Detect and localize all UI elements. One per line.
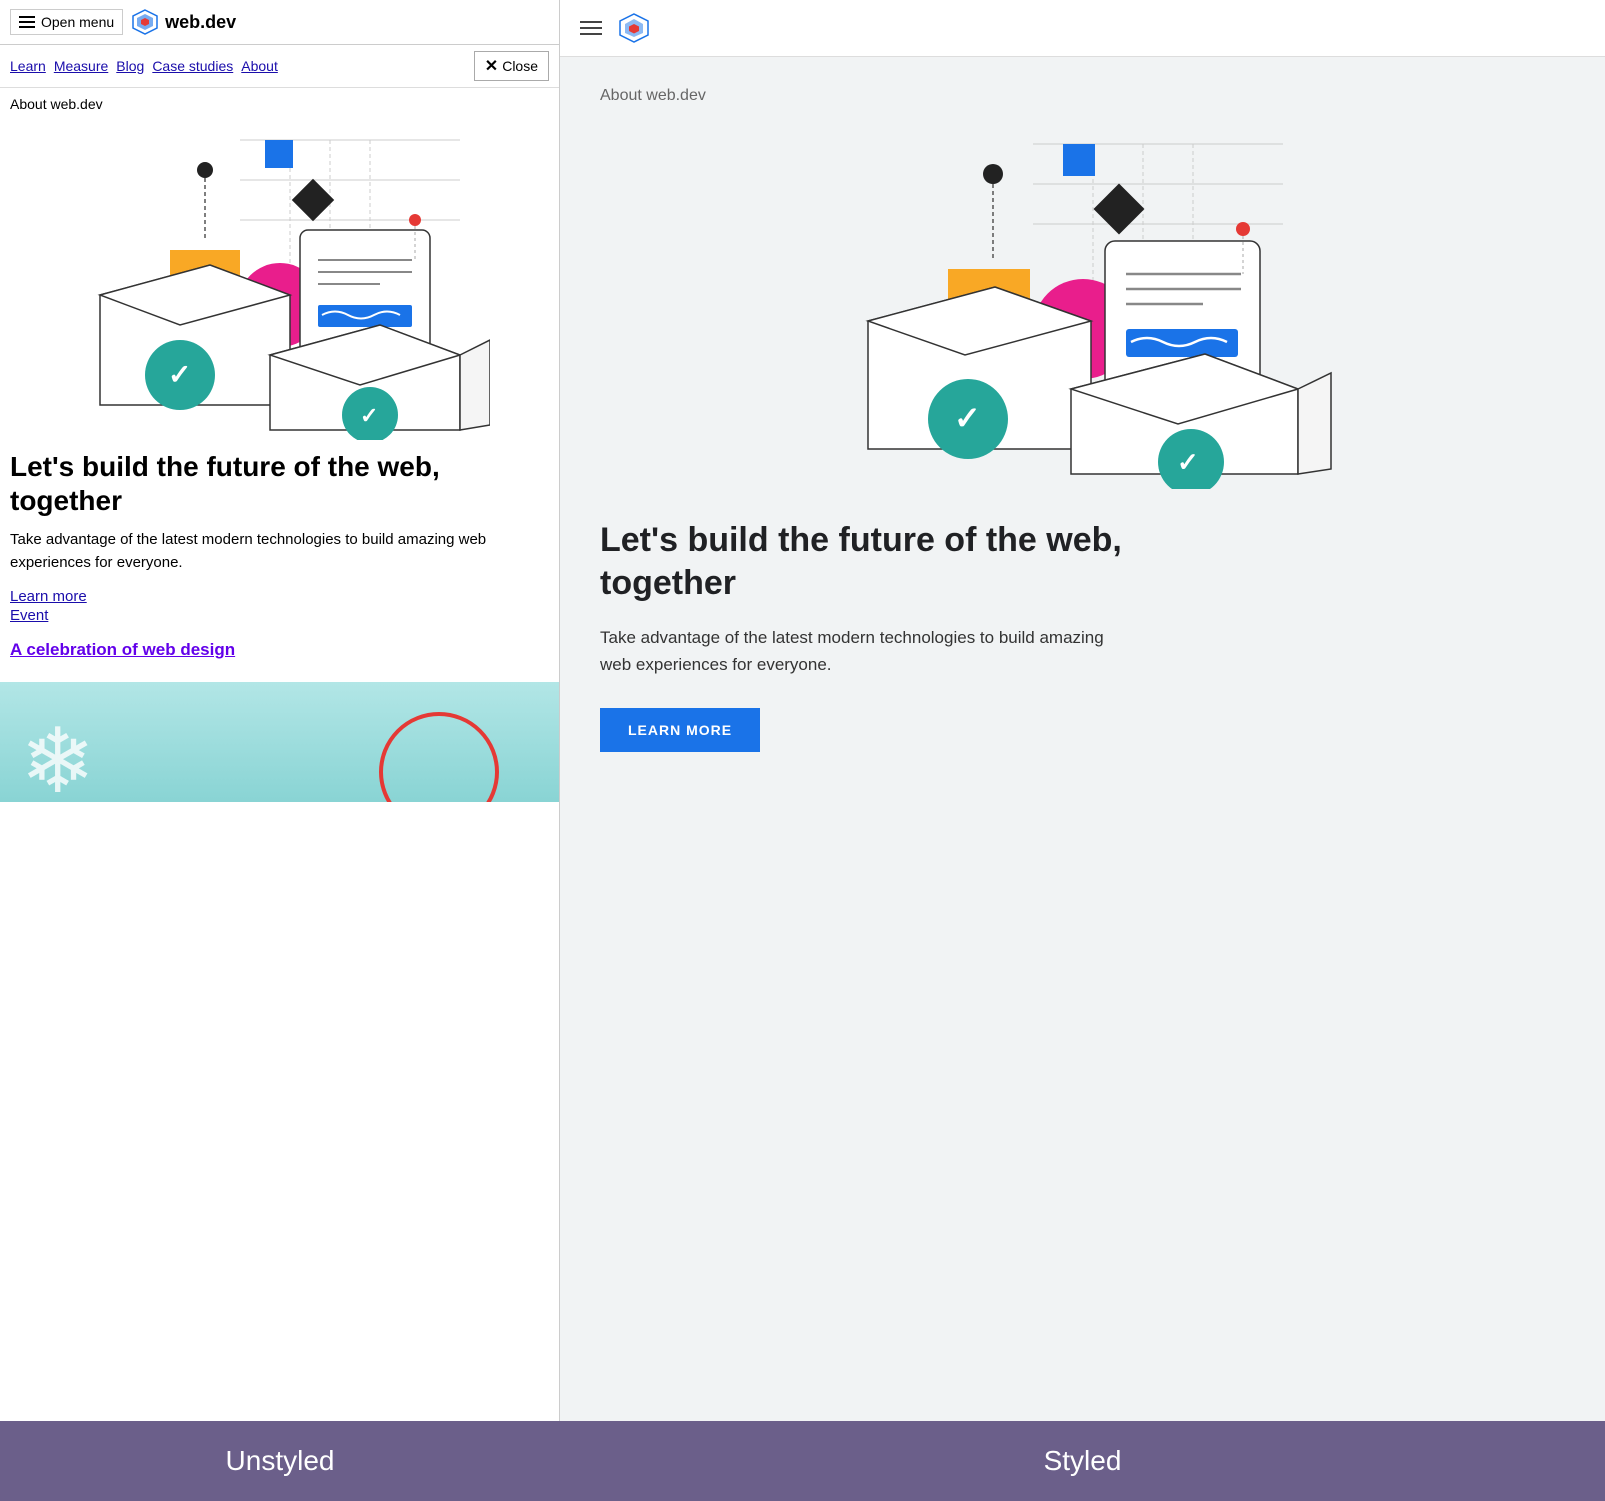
red-circle-decoration: [379, 712, 499, 802]
svg-text:❄: ❄: [20, 712, 95, 802]
hamburger-icon: [19, 16, 35, 28]
open-menu-button[interactable]: Open menu: [10, 9, 123, 35]
hero-title-left: Let's build the future of the web, toget…: [10, 450, 549, 517]
hamburger-styled-button[interactable]: [580, 21, 602, 35]
unstyled-label: Unstyled: [0, 1421, 560, 1501]
svg-text:✓: ✓: [360, 403, 378, 428]
close-x-icon: ✕: [485, 56, 498, 76]
logo-area: web.dev: [131, 8, 236, 36]
hero-title-right: Let's build the future of the web, toget…: [600, 519, 1180, 604]
nav-learn[interactable]: Learn: [10, 58, 46, 74]
hero-desc-right: Take advantage of the latest modern tech…: [600, 624, 1120, 678]
open-menu-label: Open menu: [41, 14, 114, 30]
right-body: About web.dev: [560, 57, 1605, 1421]
nav-blog[interactable]: Blog: [116, 58, 144, 74]
hero-illustration-left: ✓ ✓: [70, 120, 490, 440]
illustration-left: ✓ ✓: [0, 120, 559, 440]
about-label-left: About web.dev: [0, 88, 559, 120]
svg-text:✓: ✓: [1177, 447, 1199, 477]
nav-measure[interactable]: Measure: [54, 58, 108, 74]
logo-text: web.dev: [165, 12, 236, 33]
learn-more-button[interactable]: LEARN MORE: [600, 708, 760, 752]
logo-icon-styled: [618, 12, 650, 44]
about-label-right: About web.dev: [600, 87, 1565, 105]
snowflake-icon: ❄: [20, 702, 140, 802]
bottom-labels: Unstyled Styled: [0, 1421, 1605, 1501]
illustration-right: ✓ ✓: [600, 129, 1565, 489]
right-header: [560, 0, 1605, 57]
close-button[interactable]: ✕ Close: [474, 51, 549, 81]
learn-more-link-left[interactable]: Learn more: [10, 588, 549, 605]
celebration-link[interactable]: A celebration of web design: [10, 640, 549, 660]
hero-desc-left: Take advantage of the latest modern tech…: [10, 529, 549, 574]
logo-icon: [131, 8, 159, 36]
close-label: Close: [502, 58, 538, 74]
hero-illustration-right: ✓ ✓: [833, 129, 1333, 489]
left-header: Open menu web.dev: [0, 0, 559, 45]
event-link-left[interactable]: Event: [10, 607, 549, 624]
nav-case-studies[interactable]: Case studies: [152, 58, 233, 74]
svg-text:✓: ✓: [954, 400, 981, 436]
right-panel: About web.dev: [560, 0, 1605, 1421]
hero-content-left: Let's build the future of the web, toget…: [0, 440, 559, 682]
left-panel: Open menu web.dev Learn Measure Blog Cas…: [0, 0, 560, 1421]
svg-text:✓: ✓: [168, 359, 191, 390]
left-nav-bar: Learn Measure Blog Case studies About ✕ …: [0, 45, 559, 88]
styled-label: Styled: [560, 1421, 1605, 1501]
snowflake-preview: ❄: [0, 682, 559, 802]
nav-about[interactable]: About: [241, 58, 278, 74]
links-left: Learn more Event: [10, 588, 549, 624]
